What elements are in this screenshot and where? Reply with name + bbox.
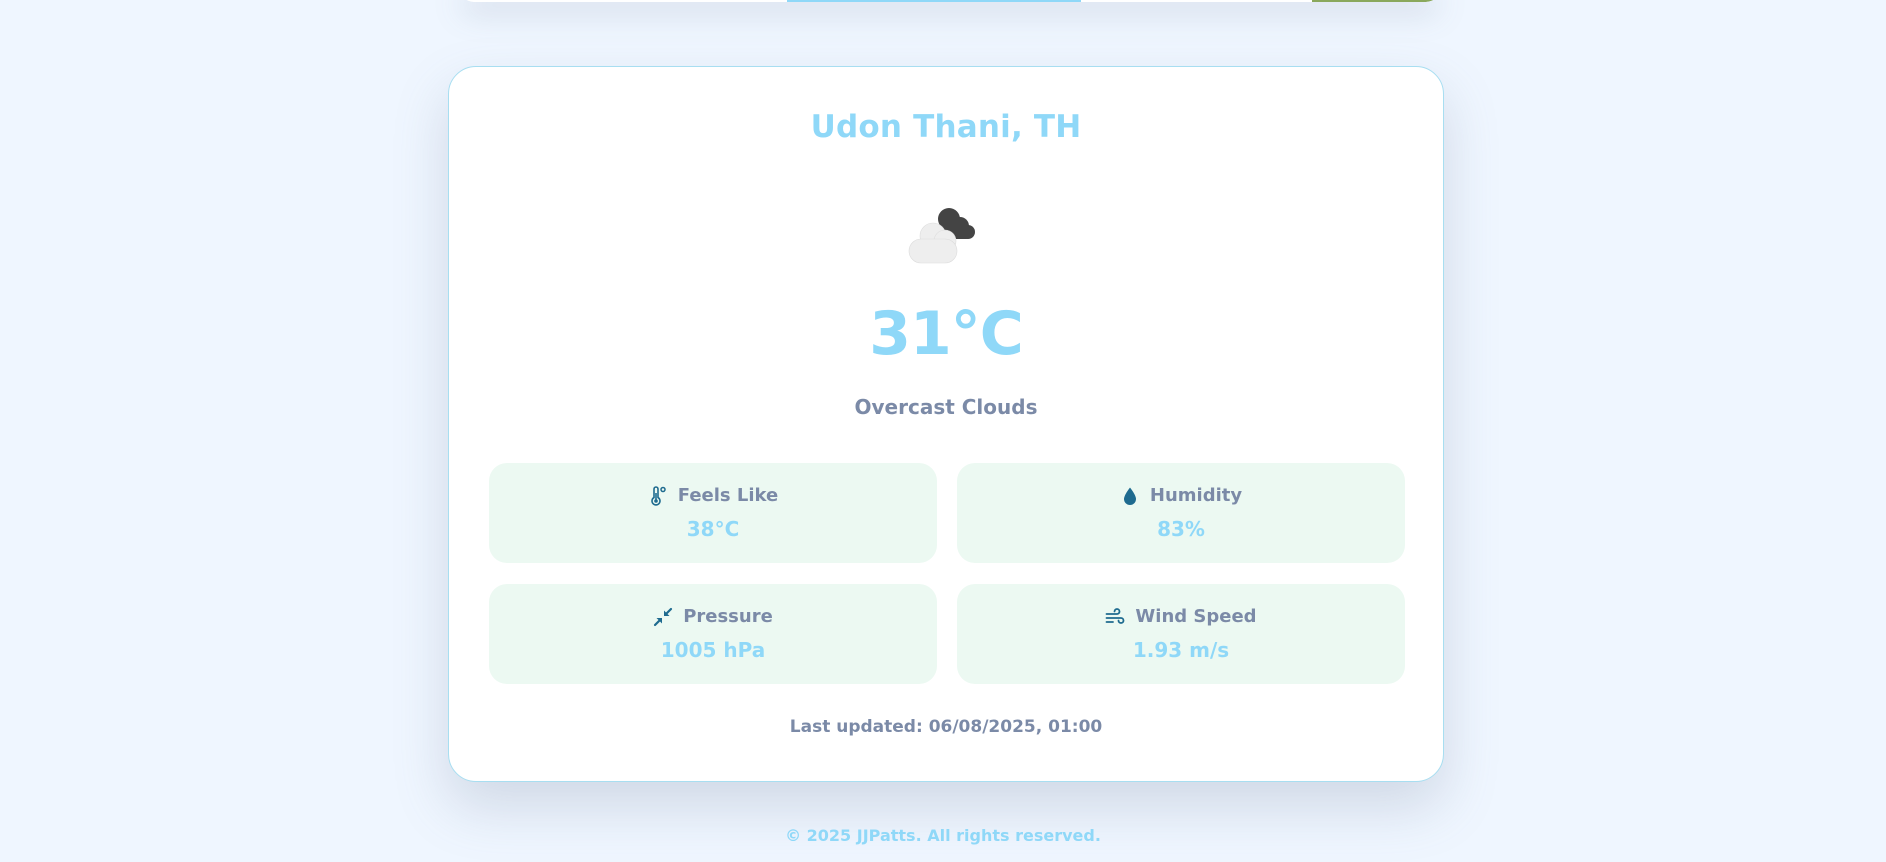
decorative-image-edge [1312,0,1440,2]
thermometer-icon [651,485,666,506]
current-temperature: 31°C [869,299,1024,369]
wind-speed-label: Wind Speed [1135,606,1257,627]
previous-section-edge [460,0,1440,2]
humidity-label: Humidity [1149,485,1243,506]
accent-bar [787,0,1081,2]
feels-like-card: Feels Like 38°C [489,463,937,563]
weather-description: Overcast Clouds [854,395,1038,419]
city-name: Udon Thani, TH [810,109,1082,145]
pressure-label: Pressure [683,606,773,627]
wind-speed-card: Wind Speed 1.93 m/s [957,584,1405,684]
weather-card: Udon Thani, TH 31°C Overcast Clouds Feel… [448,66,1444,782]
last-updated: Last updated: 06/08/2025, 01:00 [789,717,1103,737]
compress-arrows-icon [654,607,673,626]
feels-like-label: Feels Like [677,485,779,506]
pressure-card: Pressure 1005 hPa [489,584,937,684]
wind-icon [1106,607,1125,624]
humidity-card: Humidity 83% [957,463,1405,563]
overcast-clouds-icon [908,208,975,264]
wind-speed-value: 1.93 m/s [1132,638,1230,662]
feels-like-value: 38°C [686,517,740,541]
footer-copyright: © 2025 JJPatts. All rights reserved. [785,826,1101,845]
humidity-value: 83% [1157,517,1205,541]
pressure-value: 1005 hPa [660,638,766,662]
droplet-icon [1123,487,1136,505]
